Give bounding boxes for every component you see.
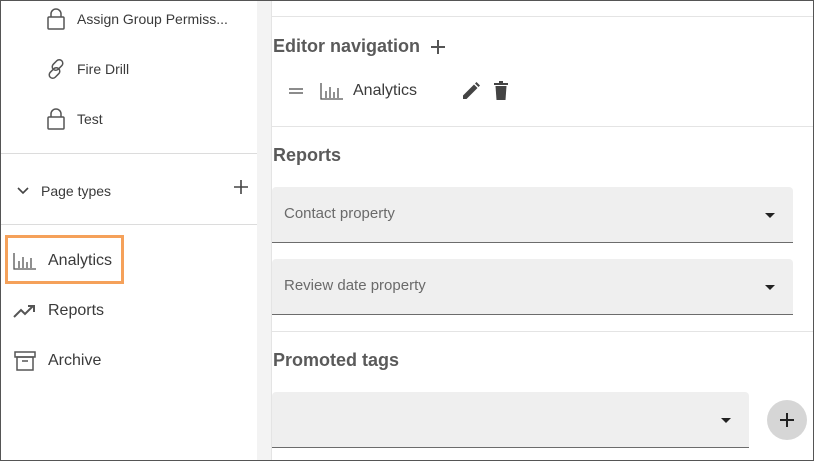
add-editor-nav-icon[interactable]: [430, 39, 446, 55]
drag-handle-icon[interactable]: [288, 87, 306, 95]
editor-navigation-title: Editor navigation: [273, 36, 421, 56]
page-types-header[interactable]: Page types: [13, 177, 249, 205]
editor-navigation-header: Editor navigation: [273, 36, 446, 57]
archive-icon: [13, 349, 37, 373]
bar-chart-icon: [320, 82, 344, 100]
sidebar-divider: [1, 224, 257, 225]
dropdown-arrow-icon: [765, 285, 775, 290]
sidebar: Assign Group Permiss... Fire Drill Test …: [1, 1, 257, 460]
plus-icon[interactable]: [233, 179, 249, 198]
sidebar-page-label: Test: [77, 111, 103, 127]
dropdown-arrow-icon: [765, 213, 775, 218]
page-types-label: Page types: [41, 183, 112, 199]
nav-item-label: Analytics: [48, 252, 113, 269]
editor-nav-item-label: Analytics: [353, 82, 418, 99]
add-promoted-tag-button[interactable]: [767, 400, 807, 440]
panel-gutter: [257, 1, 272, 460]
sidebar-page-label: Fire Drill: [77, 61, 130, 77]
sidebar-page-label: Assign Group Permiss...: [77, 11, 228, 27]
reports-title: Reports: [273, 145, 342, 165]
section-divider: [272, 126, 813, 127]
sidebar-page-fire-drill[interactable]: Fire Drill: [45, 56, 129, 82]
bar-chart-icon: [13, 249, 37, 273]
review-date-property-select[interactable]: Review date property: [272, 259, 793, 315]
lock-icon: [45, 6, 67, 32]
nav-item-reports[interactable]: Reports: [13, 299, 104, 323]
nav-item-label: Reports: [48, 302, 105, 319]
editor-nav-item-analytics: Analytics: [288, 81, 509, 101]
nav-item-analytics[interactable]: Analytics: [13, 249, 112, 273]
promoted-tags-select[interactable]: [272, 392, 749, 448]
section-divider: [272, 16, 813, 17]
contact-property-placeholder: Contact property: [284, 205, 395, 222]
plus-icon: [779, 412, 795, 428]
dropdown-arrow-icon: [721, 418, 731, 423]
lock-icon: [45, 106, 67, 132]
promoted-tags-title: Promoted tags: [273, 350, 400, 370]
sidebar-divider: [1, 153, 257, 154]
link-icon: [45, 56, 67, 82]
contact-property-select[interactable]: Contact property: [272, 187, 793, 243]
edit-icon[interactable]: [461, 81, 481, 101]
nav-item-archive[interactable]: Archive: [13, 349, 101, 373]
section-divider: [272, 331, 813, 332]
trending-up-icon: [13, 299, 37, 323]
delete-icon[interactable]: [493, 81, 509, 101]
sidebar-page-assign-group-permissions[interactable]: Assign Group Permiss...: [45, 6, 228, 32]
sidebar-page-test[interactable]: Test: [45, 106, 103, 132]
chevron-down-icon[interactable]: [13, 187, 33, 195]
nav-item-label: Archive: [48, 352, 102, 369]
main-panel: Editor navigation Analytics Reports Cont…: [272, 1, 813, 460]
review-date-property-placeholder: Review date property: [284, 277, 426, 294]
